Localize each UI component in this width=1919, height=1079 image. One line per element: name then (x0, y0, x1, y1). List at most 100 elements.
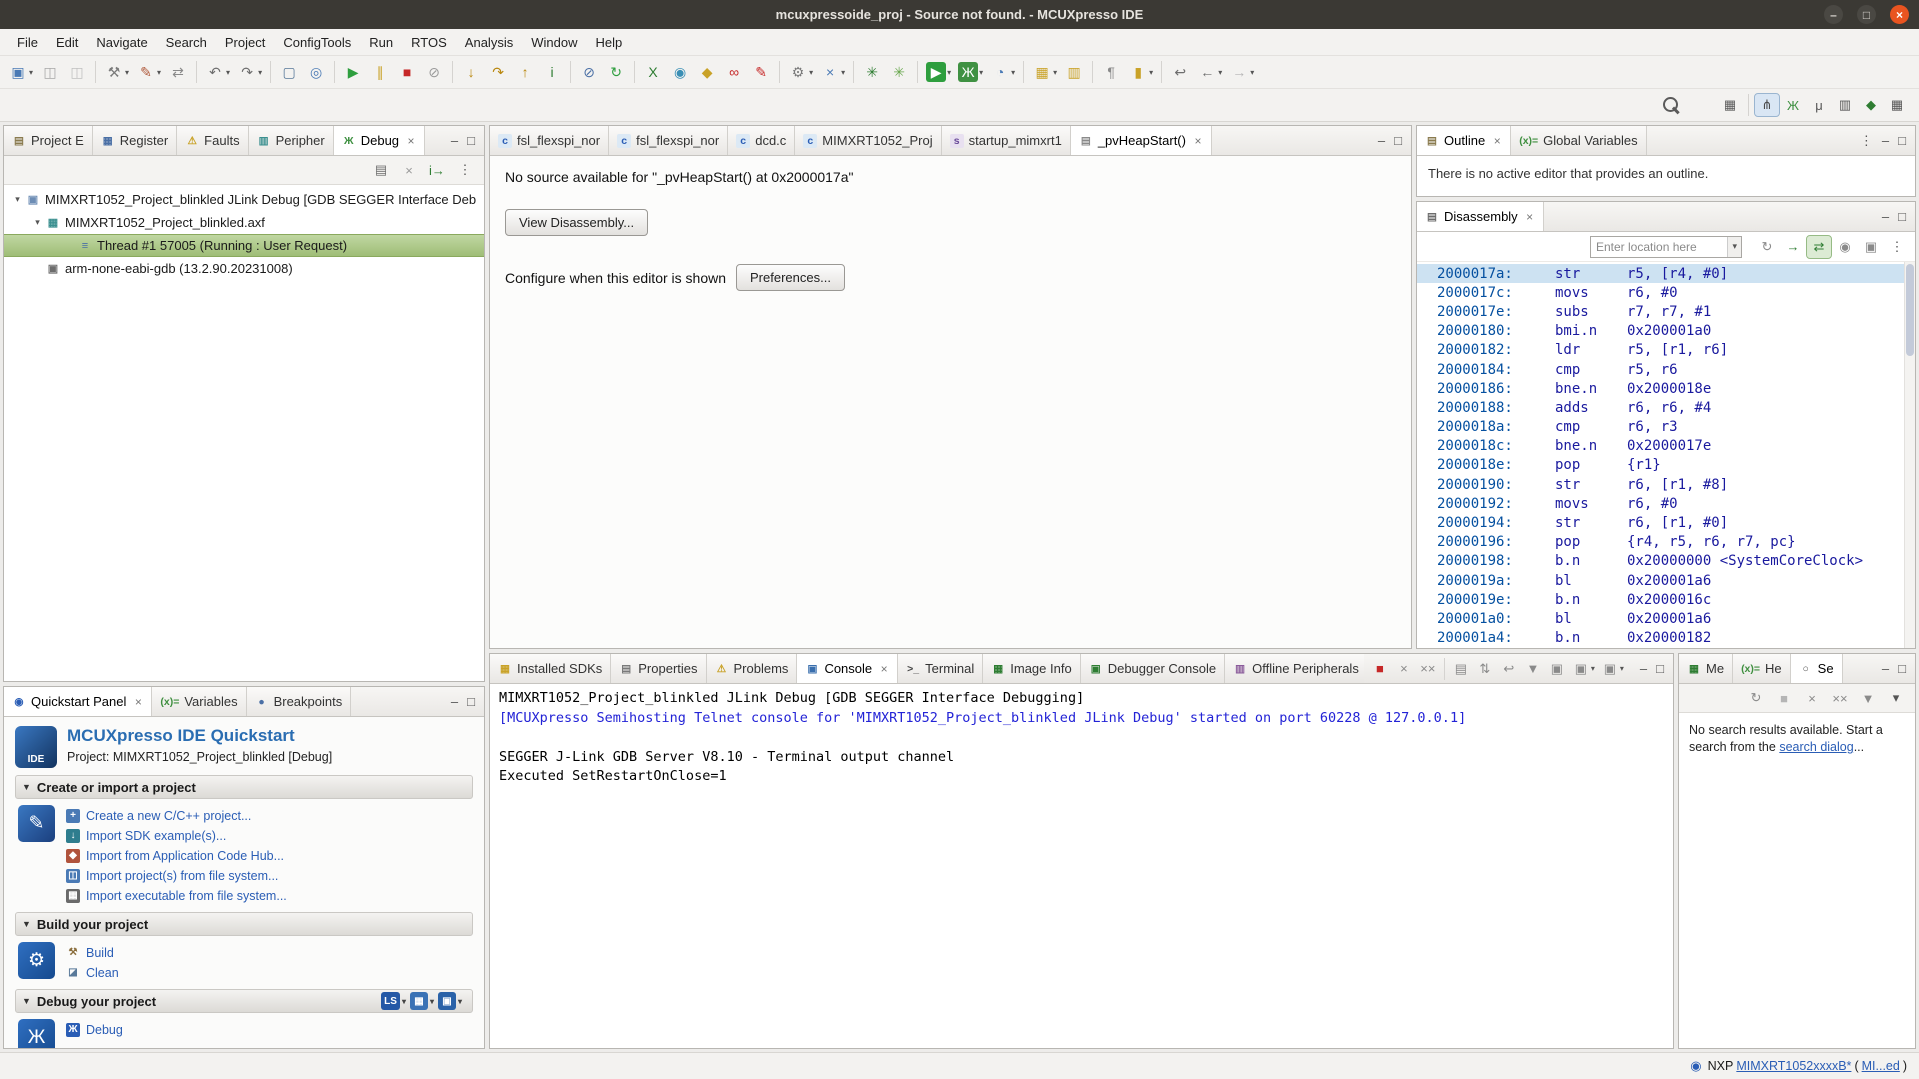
terminate-icon[interactable]: ■ (394, 60, 420, 84)
new-wizard-icon[interactable]: ▣ ▾ (5, 60, 36, 84)
develop-perspective-icon[interactable]: ⋔ (1754, 93, 1780, 117)
tab-memory[interactable]: ▦ Me (1679, 654, 1734, 683)
skip-all-breakpoints-icon[interactable]: ⊘ (576, 60, 602, 84)
tab-outline[interactable]: ▤ Outline × (1417, 126, 1512, 155)
tab-search[interactable]: ○ Se (1790, 654, 1843, 683)
clean-link[interactable]: ◪ Clean (66, 963, 118, 982)
tab-close-icon[interactable]: × (406, 134, 416, 148)
library-perspective-icon[interactable]: μ (1807, 94, 1831, 116)
build-icon[interactable]: ⚒ ▾ (101, 60, 132, 84)
disassembly-line[interactable]: 2000018a: cmp r6, r3 (1417, 418, 1915, 437)
menu-item[interactable]: File (8, 29, 47, 55)
tab-close-icon[interactable]: × (133, 695, 143, 709)
tab-problems[interactable]: ⚠ Problems (706, 654, 798, 683)
remove-launch-icon[interactable]: × (1392, 658, 1416, 680)
show-pc-icon[interactable]: → (1781, 236, 1805, 258)
disassembly-line[interactable]: 200001a4: b.n 0x20000182 (1417, 629, 1915, 648)
disassembly-line[interactable]: 20000190: str r6, [r1, #8] (1417, 475, 1915, 494)
toolbar-separator[interactable] (196, 61, 198, 83)
view-menu-icon[interactable]: ⋮ (453, 159, 477, 181)
save-all-icon[interactable]: ◫ (64, 60, 90, 84)
heap-monitor-icon[interactable]: ▥ (1061, 60, 1087, 84)
open-perspective-icon[interactable]: ▦ (1718, 94, 1742, 116)
expander-icon[interactable]: ▾ (10, 194, 25, 205)
show-on-output-icon[interactable]: ▣ (1545, 658, 1569, 680)
toolbar-separator[interactable] (779, 61, 781, 83)
resume-icon[interactable]: ▶ (340, 60, 366, 84)
tab-disassembly[interactable]: ▤ Disassembly × (1417, 202, 1544, 231)
window-close-icon[interactable]: × (1890, 5, 1909, 24)
forward-icon[interactable]: → ▾ (1226, 60, 1257, 84)
scrollbar-thumb[interactable] (1906, 264, 1914, 356)
tab-faults[interactable]: ⚠ Faults (177, 126, 249, 155)
minimize-icon[interactable]: – (1882, 133, 1889, 148)
maximize-icon[interactable]: □ (467, 133, 475, 148)
disassembly-line[interactable]: 2000017a: str r5, [r4, #0] (1417, 264, 1915, 284)
track-expression-icon[interactable]: ◉ (1833, 236, 1857, 258)
tab-mimxrt1052-proj[interactable]: c MIMXRT1052_Proj (795, 126, 942, 155)
tab-terminal[interactable]: >_ Terminal (898, 654, 984, 683)
import-projects-link[interactable]: ◫ Import project(s) from file system... (66, 866, 287, 885)
search-history-icon[interactable]: ▾ (1884, 687, 1908, 709)
tab-global-variables[interactable]: (x)= Global Variables (1511, 126, 1647, 155)
pin-console-icon[interactable]: ▼ (1521, 658, 1545, 680)
view-menu-icon[interactable]: ⋮ (1885, 236, 1909, 258)
cancel-search-icon[interactable]: ■ (1772, 687, 1796, 709)
terminate-icon[interactable]: ■ (1368, 658, 1392, 680)
target-connection-icon[interactable]: ◉ (1690, 1058, 1701, 1074)
menu-item[interactable]: RTOS (402, 29, 456, 55)
disassembly-line[interactable]: 2000019a: bl 0x200001a6 (1417, 571, 1915, 590)
debug-tree-axf[interactable]: ▾ ▦ MIMXRT1052_Project_blinkled.axf (4, 211, 484, 234)
profile-icon[interactable]: ◔ ▾ (987, 60, 1018, 84)
menu-item[interactable]: Window (522, 29, 586, 55)
maximize-icon[interactable]: □ (467, 694, 475, 709)
project-link[interactable]: MI...ed (1862, 1059, 1900, 1073)
debug-tree-gdb[interactable]: ▣ arm-none-eabi-gdb (13.2.90.20231008) (4, 257, 484, 280)
display-selected-console-icon[interactable]: ▣ ▾ (1569, 658, 1598, 680)
remove-all-launches-icon[interactable]: ×× (1416, 658, 1440, 680)
disassembly-line[interactable]: 2000017c: movs r6, #0 (1417, 283, 1915, 302)
mark-occurrences-icon[interactable]: ▮ ▾ (1125, 60, 1156, 84)
suspend-icon[interactable]: ∥ (367, 60, 393, 84)
minimize-icon[interactable]: – (451, 694, 458, 709)
disassembly-line[interactable]: 20000182: ldr r5, [r1, r6] (1417, 341, 1915, 360)
minimize-icon[interactable]: – (451, 133, 458, 148)
maximize-icon[interactable]: □ (1898, 209, 1906, 224)
toolbar-separator[interactable] (95, 61, 97, 83)
tab-register[interactable]: ▦ Register (92, 126, 178, 155)
toolbar-separator[interactable] (334, 61, 336, 83)
redo-icon[interactable]: ↷ ▾ (234, 60, 265, 84)
toolbar-separator[interactable] (570, 61, 572, 83)
remove-result-icon[interactable]: × (1800, 687, 1824, 709)
maximize-icon[interactable]: □ (1898, 661, 1906, 676)
search-file-icon[interactable]: ◎ (303, 60, 329, 84)
disassembly-line[interactable]: 20000186: bne.n 0x2000018e (1417, 379, 1915, 398)
search-dialog-link[interactable]: search dialog (1779, 740, 1853, 754)
toolbar-separator[interactable] (634, 61, 636, 83)
disassembly-line[interactable]: 2000018c: bne.n 0x2000017e (1417, 437, 1915, 456)
run-icon[interactable]: ▶ ▾ (923, 60, 954, 84)
clear-console-icon[interactable]: ▤ (1449, 658, 1473, 680)
tab-breakpoints[interactable]: ● Breakpoints (246, 687, 352, 716)
pins-perspective-icon[interactable]: ▥ (1833, 94, 1857, 116)
disassembly-line[interactable]: 20000188: adds r6, r6, #4 (1417, 398, 1915, 417)
minimize-icon[interactable]: – (1882, 209, 1889, 224)
scrollbar[interactable] (1904, 262, 1915, 648)
jlink-selector[interactable]: ▦ ▾ (409, 992, 438, 1010)
toolbar-separator[interactable] (917, 61, 919, 83)
tab-close-icon[interactable]: × (1525, 210, 1535, 224)
build-link[interactable]: ⚒ Build (66, 943, 119, 962)
toolbar-separator[interactable] (1161, 61, 1163, 83)
maximize-icon[interactable]: □ (1898, 133, 1906, 148)
memory-monitor-icon[interactable]: ▦ ▾ (1029, 60, 1060, 84)
disassembly-line[interactable]: 20000198: b.n 0x20000000 <SystemCoreCloc… (1417, 552, 1915, 571)
combo-dropdown-icon[interactable]: ▾ (1727, 236, 1741, 257)
annotate-icon[interactable]: ✎ (748, 60, 774, 84)
debug-tree-thread[interactable]: ≡ Thread #1 57005 (Running : User Reques… (4, 234, 484, 257)
tab-close-icon[interactable]: × (1193, 134, 1203, 148)
collapse-all-icon[interactable]: ▤ (369, 159, 393, 181)
disassembly-line[interactable]: 20000184: cmp r5, r6 (1417, 360, 1915, 379)
grid-perspective-icon[interactable]: ▦ (1885, 94, 1909, 116)
tab-debugger-console[interactable]: ▣ Debugger Console (1080, 654, 1226, 683)
build-section-header[interactable]: ▼ Build your project (15, 912, 473, 936)
